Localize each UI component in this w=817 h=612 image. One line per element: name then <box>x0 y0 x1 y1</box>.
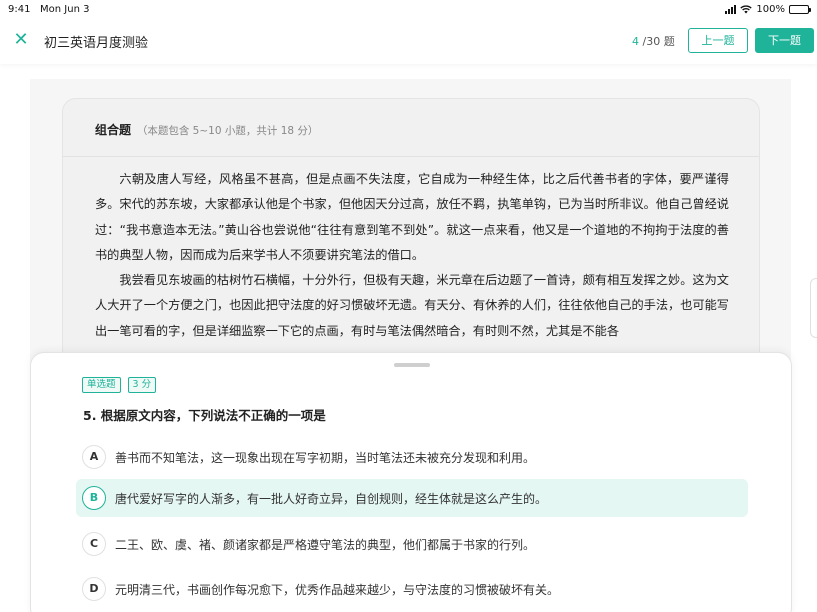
option-text: 唐代爱好写字的人渐多，有一批人好奇立异，自创规则，经生体就是这么产生的。 <box>115 491 548 506</box>
status-bar: 9:41 Mon Jun 3 100% <box>0 0 817 18</box>
passage-body: 六朝及唐人写经，风格虽不甚高，但是点画不失法度，它自成为一种经生体，比之后代善书… <box>63 157 759 344</box>
option-letter: C <box>82 532 106 556</box>
question-type-label: 组合题 <box>95 123 132 137</box>
option-d[interactable]: D 元明清三代，书画创作每况愈下，优秀作品越来越少，与守法度的习惯被破坏有关。 <box>76 570 748 608</box>
status-time-date: 9:41 Mon Jun 3 <box>8 4 89 15</box>
passage-paragraph: 我尝看见东坡画的枯树竹石横幅，十分外行，但极有天趣，米元章在后边题了一首诗，颇有… <box>95 273 729 338</box>
option-c[interactable]: C 二王、欧、虞、褚、颜诸家都是严格遵守笔法的典型，他们都属于书家的行列。 <box>76 525 748 563</box>
progress-total: /30 题 <box>642 35 675 48</box>
status-time: 9:41 <box>8 3 31 15</box>
sheet-drag-handle[interactable] <box>394 363 430 367</box>
close-icon[interactable]: ✕ <box>12 31 30 49</box>
battery-percent: 100% <box>756 3 785 15</box>
option-a[interactable]: A 善书而不知笔法，这一现象出现在写字初期，当时笔法还未被充分发现和利用。 <box>76 438 748 476</box>
previous-question-button[interactable]: 上一题 <box>688 28 748 53</box>
question-text: 5. 根据原文内容，下列说法不正确的一项是 <box>83 408 326 423</box>
next-question-button[interactable]: 下一题 <box>755 28 814 53</box>
question-type-tag: 单选题 <box>82 377 121 393</box>
cellular-signal-icon <box>725 4 737 14</box>
battery-icon <box>789 4 811 14</box>
option-text: 善书而不知笔法，这一现象出现在写字初期，当时笔法还未被充分发现和利用。 <box>115 450 536 465</box>
passage-paragraph: 六朝及唐人写经，风格虽不甚高，但是点画不失法度，它自成为一种经生体，比之后代善书… <box>95 172 729 262</box>
option-letter: B <box>82 486 106 510</box>
option-letter: D <box>82 577 106 601</box>
option-text: 元明清三代，书画创作每况愈下，优秀作品越来越少，与守法度的习惯被破坏有关。 <box>115 582 560 597</box>
status-date: Mon Jun 3 <box>40 3 90 15</box>
option-text: 二王、欧、虞、褚、颜诸家都是严格遵守笔法的典型，他们都属于书家的行列。 <box>115 537 536 552</box>
option-b[interactable]: B 唐代爱好写字的人渐多，有一批人好奇立异，自创规则，经生体就是这么产生的。 <box>76 479 748 517</box>
question-progress: 4 /30 题 <box>632 33 675 49</box>
wifi-icon <box>740 4 753 13</box>
page-title: 初三英语月度测验 <box>44 36 149 51</box>
question-meta: （本题包含 5~10 小题，共计 18 分） <box>136 125 319 137</box>
question-tags: 单选题 3 分 <box>82 377 157 393</box>
top-bar: ✕ 初三英语月度测验 4 /30 题 上一题 下一题 <box>0 18 817 64</box>
score-tag: 3 分 <box>127 377 157 393</box>
question-sheet: 单选题 3 分 5. 根据原文内容，下列说法不正确的一项是 A 善书而不知笔法，… <box>30 352 792 612</box>
option-letter: A <box>82 445 106 469</box>
side-drawer-handle[interactable] <box>810 278 817 338</box>
status-indicators: 100% <box>725 3 811 15</box>
passage-header: 组合题 （本题包含 5~10 小题，共计 18 分） <box>63 99 759 157</box>
progress-current: 4 <box>632 35 639 48</box>
